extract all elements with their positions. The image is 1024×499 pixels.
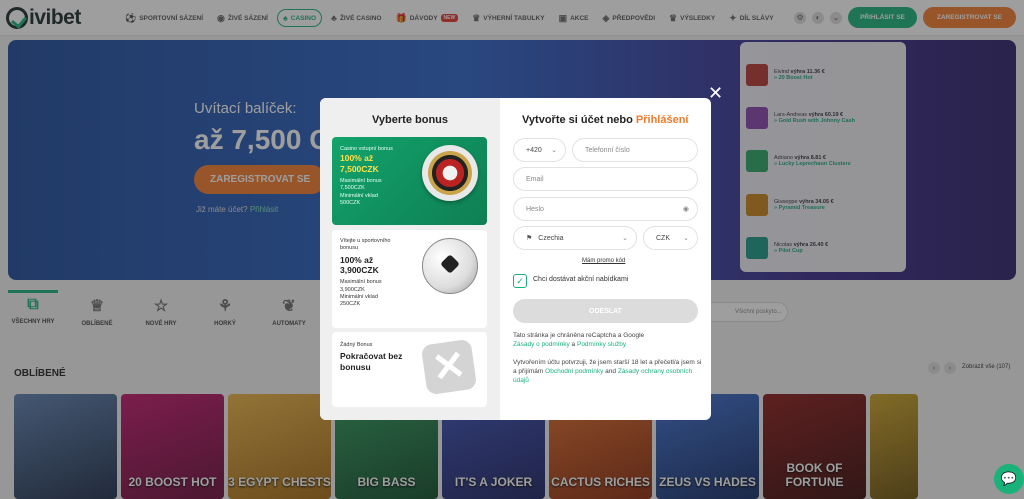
login-link[interactable]: Přihlášení xyxy=(636,114,689,126)
consent-checkbox[interactable]: ✓ xyxy=(513,274,527,288)
chevron-down-icon: ⌄ xyxy=(622,235,628,242)
terms-link[interactable]: Obchodní podmínky xyxy=(545,368,603,375)
roulette-icon xyxy=(422,145,478,201)
chat-icon[interactable]: 💬 xyxy=(994,464,1024,494)
registration-modal: Vyberte bonus Casino vstupní bonus 100% … xyxy=(320,98,711,420)
password-input[interactable]: Heslo ◉ xyxy=(513,197,698,221)
bonus-card-casino[interactable]: Casino vstupní bonus 100% až 7,500CZK Ma… xyxy=(332,137,487,225)
phone-input[interactable]: Telefonní číslo xyxy=(572,138,698,162)
bonus-card-sport[interactable]: Vítejte u sportovního bonusu 100% až 3,9… xyxy=(332,230,487,328)
bonus-picker-title: Vyberte bonus xyxy=(372,114,448,126)
no-bonus-icon: ✕ xyxy=(420,338,478,396)
recaptcha-privacy-link[interactable]: Zásady o podmínky xyxy=(513,341,570,348)
terms-notice: Vytvořením účtu potvrzuji, že jsem starš… xyxy=(513,359,702,384)
submit-button[interactable]: ODESLAT xyxy=(513,299,698,323)
consent-label: Chci dostávat akční nabídkami xyxy=(533,276,629,283)
eye-icon[interactable]: ◉ xyxy=(683,205,689,213)
chevron-down-icon: ⌄ xyxy=(551,147,557,154)
bonus-picker: Vyberte bonus Casino vstupní bonus 100% … xyxy=(320,98,500,420)
currency-select[interactable]: CZK ⌄ xyxy=(643,226,698,250)
recaptcha-terms-link[interactable]: Podmínky služby xyxy=(577,341,626,348)
phone-code-select[interactable]: +420 ⌄ xyxy=(513,138,566,162)
promo-code-link[interactable]: Mám promo kód xyxy=(582,258,625,264)
country-select[interactable]: ⚑ Czechia ⌄ xyxy=(513,226,637,250)
flag-icon: ⚑ xyxy=(526,235,533,242)
bonus-card-none[interactable]: Žádný Bonus Pokračovat bez bonusu ✕ xyxy=(332,332,487,407)
registration-form: Vytvořte si účet nebo Přihlášení +420 ⌄ … xyxy=(500,98,711,420)
chevron-down-icon: ⌄ xyxy=(683,235,689,242)
recaptcha-notice: Tato stránka je chráněna reCaptcha a Goo… xyxy=(513,332,645,348)
email-input[interactable]: Email xyxy=(513,167,698,191)
form-title: Vytvořte si účet nebo Přihlášení xyxy=(522,114,689,126)
soccer-ball-icon xyxy=(422,238,478,294)
